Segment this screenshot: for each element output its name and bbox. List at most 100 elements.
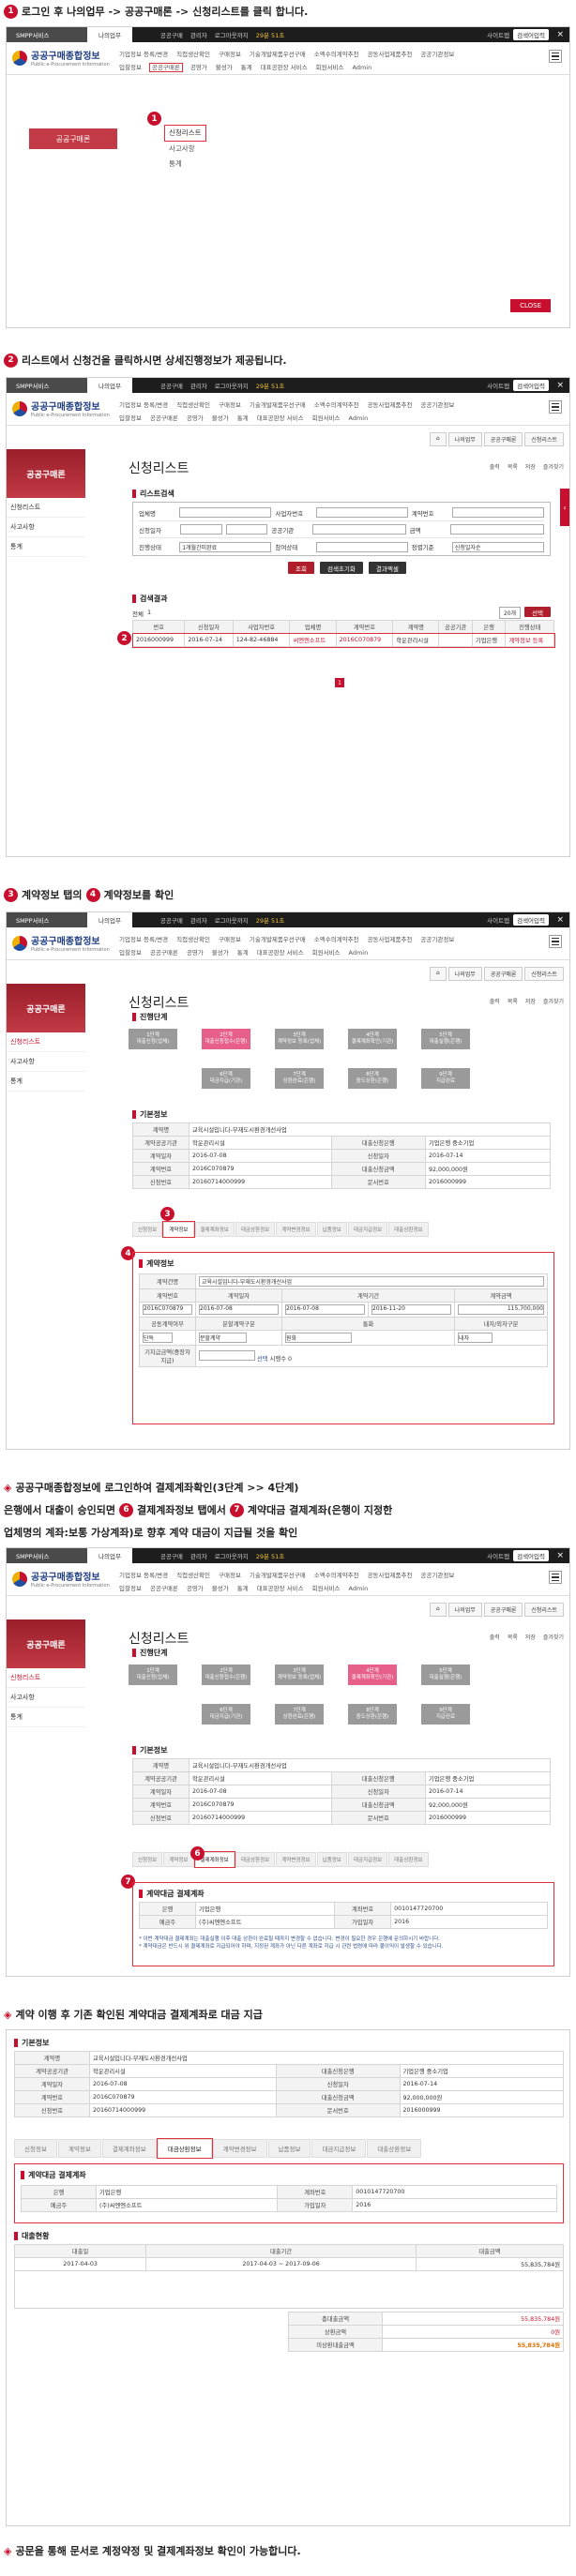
tab-repay-info[interactable]: 대금상환정보	[156, 2138, 213, 2159]
hamburger-icon[interactable]	[549, 1571, 562, 1584]
sidebar-item-stats[interactable]: 통계	[7, 1708, 85, 1727]
logo[interactable]: 공공구매종합정보 Public e-Procurement Information	[12, 1569, 110, 1589]
close-icon[interactable]: ×	[556, 915, 564, 925]
tab-repay-info[interactable]: 대금상환정보	[235, 1852, 276, 1867]
menu-item[interactable]: 회원서비스	[312, 1585, 341, 1592]
tab-loan-repay-info[interactable]: 대출상환정보	[388, 1222, 429, 1237]
menu-item[interactable]: 공공구매론	[150, 414, 178, 422]
contract-date-input[interactable]: 2016-07-08	[199, 1304, 280, 1315]
pagination-page[interactable]: 1	[335, 678, 344, 687]
chevron-left-icon[interactable]: ‹	[560, 489, 569, 526]
hamburger-icon[interactable]	[549, 400, 562, 414]
breadcrumb-item[interactable]: 공공구매론	[483, 432, 523, 446]
home-icon[interactable]: ⌂	[429, 432, 447, 446]
menu-item[interactable]: 기업정보 등록/변경	[119, 51, 168, 58]
company-input[interactable]	[179, 507, 272, 518]
dropdown-item-stats[interactable]: 통계	[164, 157, 206, 172]
print-button[interactable]: 출력	[490, 462, 500, 471]
breadcrumb-item[interactable]: 나의업무	[447, 967, 482, 981]
close-icon[interactable]: ×	[556, 1551, 564, 1560]
menu-item[interactable]: 소액수의계약추천	[314, 51, 359, 58]
search-button[interactable]: 조회	[288, 562, 314, 574]
tab-change-info[interactable]: 계약변경정보	[276, 1222, 316, 1237]
breadcrumb-item[interactable]: 신청리스트	[524, 432, 564, 446]
menu-item[interactable]: 입찰정보	[119, 949, 142, 957]
menu-item[interactable]: 기술개발제품우선구매	[250, 1572, 306, 1579]
menu-item[interactable]: 입찰정보	[119, 1585, 142, 1592]
tab-contract-info[interactable]: 계약정보	[57, 2139, 101, 2158]
menu-item[interactable]: 공공기관정보	[420, 51, 454, 58]
close-button[interactable]: CLOSE	[510, 299, 551, 312]
breadcrumb-item[interactable]: 공공구매론	[483, 1603, 523, 1617]
menu-item[interactable]: 통계	[237, 1585, 249, 1592]
menu-item[interactable]: 소액수의계약추천	[314, 1572, 359, 1579]
tab-loan-repay-info[interactable]: 대출상환정보	[367, 2139, 422, 2158]
sort-select[interactable]: 신청일자순	[451, 541, 544, 552]
menu-item[interactable]: 불성가	[216, 64, 233, 71]
contract-no-input[interactable]	[451, 507, 545, 518]
menu-item[interactable]: 구매정보	[219, 51, 241, 58]
logo[interactable]: 공공구매종합정보 Public e-Procurement Information	[12, 399, 110, 418]
favorite-button[interactable]: 즐겨찾기	[543, 462, 564, 471]
close-icon[interactable]: ×	[556, 30, 564, 39]
menu-item[interactable]: 대표공판장 서비스	[257, 949, 304, 957]
list-button[interactable]: 목록	[508, 997, 518, 1005]
favorite-button[interactable]: 즐겨찾기	[543, 997, 564, 1005]
menu-item[interactable]: 공공기관정보	[420, 936, 454, 943]
search-input[interactable]: 검색어입력	[513, 914, 549, 926]
sitemap-link[interactable]: 사이트맵	[487, 30, 509, 39]
menu-item[interactable]: 공공구매론	[150, 949, 178, 957]
menu-item[interactable]: 불성가	[212, 1585, 229, 1592]
menu-item[interactable]: 통계	[237, 414, 249, 422]
sitemap-link[interactable]: 사이트맵	[487, 381, 509, 390]
home-icon[interactable]: ⌂	[429, 967, 447, 981]
breadcrumb-item[interactable]: 나의업무	[447, 432, 482, 446]
menu-item[interactable]: 공공구매론	[150, 1585, 178, 1592]
menu-item[interactable]: Admin	[349, 1585, 369, 1592]
service-tab[interactable]: SMPP서비스	[7, 912, 87, 927]
logo[interactable]: 공공구매종합정보 Public e-Procurement Information	[12, 933, 110, 953]
status-link[interactable]: 계약정보 등록	[505, 633, 554, 647]
tab-account-info[interactable]: 결제계좌정보	[194, 1222, 235, 1237]
menu-item[interactable]: 불성가	[212, 949, 229, 957]
breadcrumb-item[interactable]: 신청리스트	[524, 967, 564, 981]
period-end-input[interactable]: 2016-11-20	[371, 1304, 452, 1315]
menu-item[interactable]: 직접생산확인	[176, 51, 210, 58]
contract-link[interactable]: 2016C070879	[335, 633, 394, 647]
sidebar-item-apply-list[interactable]: 신청리스트	[7, 498, 85, 518]
list-button[interactable]: 목록	[508, 462, 518, 471]
sitemap-link[interactable]: 사이트맵	[487, 1551, 509, 1560]
menu-item[interactable]: 공동사업제품추천	[368, 401, 413, 409]
date-from-input[interactable]	[179, 524, 222, 535]
menu-item[interactable]: 기술개발제품우선구매	[250, 936, 306, 943]
dropdown-item-apply-list[interactable]: 신청리스트	[164, 125, 206, 142]
participation-select[interactable]	[315, 541, 408, 552]
menu-item[interactable]: 구매정보	[219, 936, 241, 943]
hamburger-icon[interactable]	[549, 935, 562, 948]
reset-button[interactable]: 검색초기화	[319, 562, 363, 574]
sidebar-item-apply-list[interactable]: 신청리스트	[7, 1668, 85, 1688]
menu-item[interactable]: 공영가	[187, 1585, 204, 1592]
menu-item[interactable]: 구매정보	[219, 1572, 241, 1579]
menu-item[interactable]: 통계	[237, 949, 249, 957]
menu-item[interactable]: 입찰정보	[119, 64, 142, 71]
admin-link[interactable]: 관리자	[190, 915, 207, 925]
tab-change-info[interactable]: 계약변경정보	[276, 1852, 316, 1867]
search-input[interactable]: 검색어입력	[513, 29, 549, 40]
breadcrumb-item[interactable]: 신청리스트	[524, 1603, 564, 1617]
menu-item[interactable]: 소액수의계약추천	[314, 401, 359, 409]
menu-item[interactable]: 직접생산확인	[176, 401, 210, 409]
menu-item[interactable]: 공영가	[190, 64, 207, 71]
status-select[interactable]: 1개월간미완료	[179, 541, 272, 552]
excel-button[interactable]: 결과엑셀	[368, 562, 406, 574]
contract-amount-input[interactable]: 115,700,000	[458, 1304, 544, 1315]
my-work-tab[interactable]: 나의업무	[87, 912, 132, 927]
domestic-select[interactable]: 내자	[458, 1333, 493, 1343]
admin-link[interactable]: 관리자	[190, 381, 207, 390]
dropdown-item-accident[interactable]: 사고사항	[164, 142, 206, 157]
breadcrumb-item[interactable]: 나의업무	[447, 1603, 482, 1617]
tab-repay-info[interactable]: 대금상환정보	[235, 1222, 276, 1237]
logo[interactable]: 공공구매종합정보 Public e-Procurement Information	[12, 48, 110, 68]
select-button[interactable]: 선택	[524, 607, 551, 617]
tab-loan-repay-info[interactable]: 대출상환정보	[388, 1852, 429, 1867]
